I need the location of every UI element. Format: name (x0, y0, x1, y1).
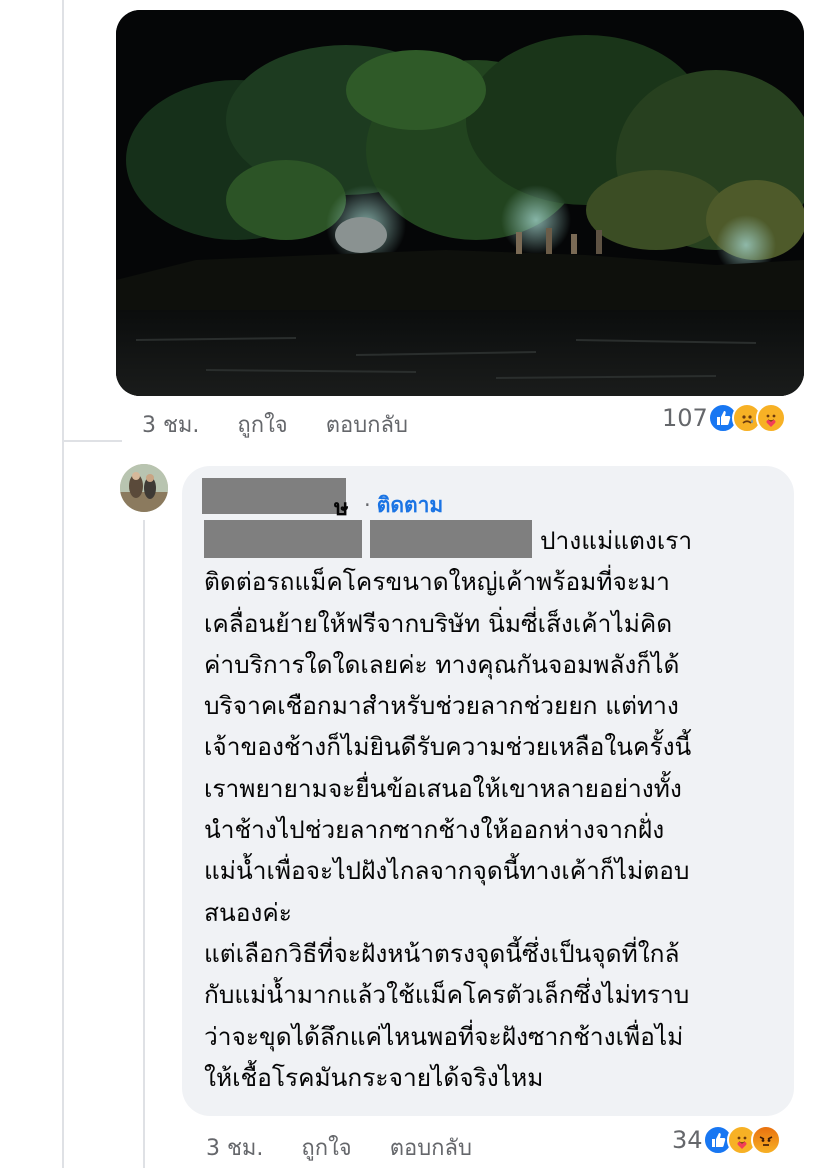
reaction-summary[interactable]: 107 (662, 403, 786, 433)
comment-actions: 3 ชม. ถูกใจ ตอบกลับ (142, 407, 408, 442)
comment-text: ปางแม่แตงเรา ติดต่อรถแม็คโครขนาดใหญ่เค้า… (204, 520, 780, 1098)
reply-button[interactable]: ตอบกลับ (326, 407, 408, 442)
like-button[interactable]: ถูกใจ (237, 407, 287, 442)
follow-separator: · (364, 493, 371, 517)
comment-timestamp: 3 ชม. (142, 413, 200, 438)
night-river-photo (116, 10, 804, 396)
reaction-count: 34 (672, 1126, 703, 1154)
follow-button[interactable]: · ติดตาม (364, 489, 443, 522)
comment-actions: 3 ชม. ถูกใจ ตอบกลับ (206, 1130, 472, 1165)
like-button[interactable]: ถูกใจ (301, 1130, 351, 1165)
redacted-author-name (202, 478, 346, 514)
thread-line-outer (62, 0, 64, 1168)
care-icon (755, 403, 786, 433)
angry-icon (750, 1125, 781, 1155)
comment-body: ปางแม่แตงเรา ติดต่อรถแม็คโครขนาดใหญ่เค้า… (204, 526, 693, 1092)
thread-line-reply (143, 520, 145, 1168)
avatar[interactable] (120, 464, 168, 512)
reaction-summary[interactable]: 34 (672, 1125, 781, 1155)
comment-timestamp: 3 ชม. (206, 1136, 264, 1161)
reaction-count: 107 (662, 404, 708, 432)
comment-photo[interactable] (116, 10, 804, 396)
reply-button[interactable]: ตอบกลับ (390, 1130, 472, 1165)
thread-connector (62, 440, 122, 442)
follow-label: ติดตาม (376, 493, 444, 517)
